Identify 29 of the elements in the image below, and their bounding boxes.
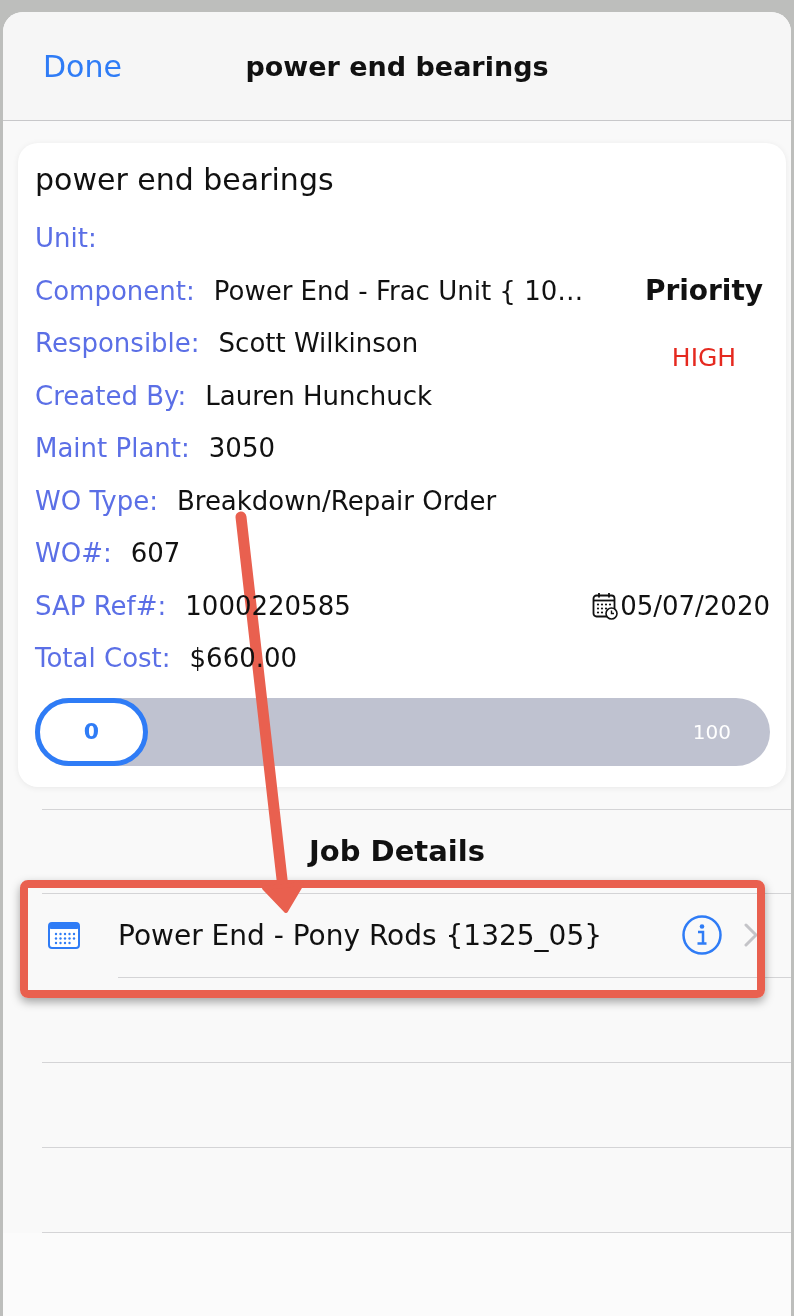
date-text: 05/07/2020 xyxy=(620,590,770,621)
field-label: Maint Plant: xyxy=(35,433,190,464)
chevron-icon xyxy=(744,923,758,947)
section-title: Job Details xyxy=(309,834,485,868)
navigation-title: power end bearings xyxy=(245,50,549,82)
calendar-icon xyxy=(48,921,80,949)
field-label: Responsible: xyxy=(35,328,200,359)
slider-max-label: 100 xyxy=(692,719,731,744)
info-icon[interactable] xyxy=(682,915,722,955)
calendar-clock-icon xyxy=(592,591,619,620)
job-item-title[interactable]: Power End - Pony Rods {1325_05} xyxy=(118,918,602,952)
field-label: Component: xyxy=(35,275,195,306)
field-value: Lauren Hunchuck xyxy=(205,380,433,411)
field-value: Power End - Frac Unit { 10… xyxy=(213,275,584,306)
field-value: Breakdown/Repair Order xyxy=(176,485,497,516)
priority-label: Priority xyxy=(644,274,764,308)
field-label: Created By: xyxy=(35,380,187,411)
field-label: WO Type: xyxy=(35,485,158,516)
card-title: power end bearings xyxy=(35,162,335,198)
field-value: Scott Wilkinson xyxy=(218,328,419,359)
field-label: WO#: xyxy=(35,538,112,569)
field-label: Total Cost: xyxy=(35,643,171,674)
field-label: Unit: xyxy=(35,223,97,254)
field-value: 3050 xyxy=(208,433,275,464)
done-button[interactable]: Done xyxy=(43,48,122,84)
priority-value: HIGH xyxy=(671,342,737,372)
field-value: 607 xyxy=(130,538,181,569)
field-label: SAP Ref#: xyxy=(35,590,167,621)
slider-thumb[interactable]: 0 xyxy=(35,697,148,766)
